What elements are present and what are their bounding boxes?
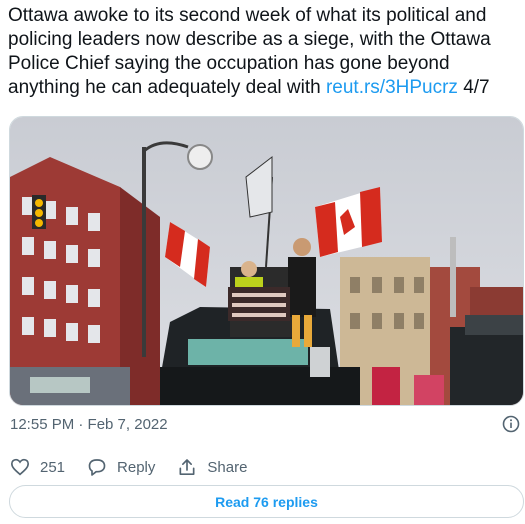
thread-counter: 4/7: [457, 77, 490, 98]
reply-label: Reply: [117, 458, 156, 476]
article-link[interactable]: reut.rs/3HPucrz: [326, 77, 458, 98]
heart-icon: [10, 458, 30, 476]
reply-button[interactable]: Reply: [87, 458, 155, 477]
tweet-timestamp[interactable]: 12:55 PM · Feb 7, 2022: [10, 416, 168, 433]
protest-photo: [10, 117, 523, 405]
tweet-text: Ottawa awoke to its second week of what …: [8, 4, 518, 100]
info-icon[interactable]: [502, 415, 520, 433]
tweet-photo[interactable]: [9, 116, 524, 406]
share-label: Share: [207, 458, 248, 476]
action-bar: 251 Reply Share: [10, 457, 269, 477]
read-replies-button[interactable]: Read 76 replies: [9, 485, 524, 518]
reply-bubble-icon: [88, 458, 106, 476]
share-button[interactable]: Share: [177, 458, 247, 477]
share-icon: [179, 458, 195, 475]
like-button[interactable]: 251: [10, 458, 65, 476]
like-count: 251: [40, 458, 66, 476]
